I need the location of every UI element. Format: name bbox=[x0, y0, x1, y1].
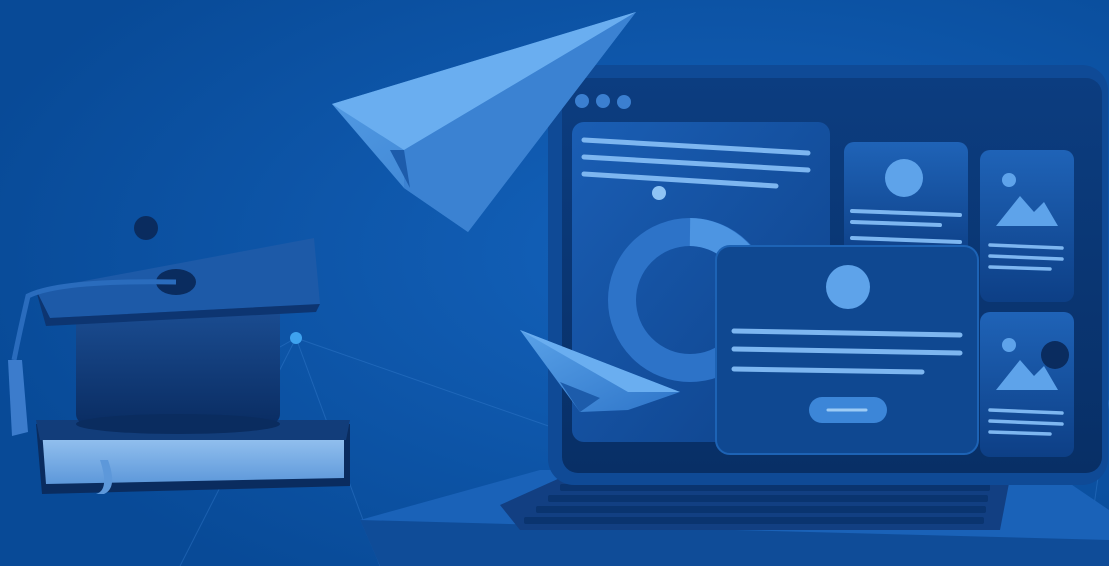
floating-sphere bbox=[1041, 341, 1069, 369]
network-node bbox=[290, 332, 302, 344]
hero-illustration bbox=[0, 0, 1109, 566]
panel-dot bbox=[652, 186, 666, 200]
window-dot bbox=[575, 94, 589, 108]
avatar-icon bbox=[885, 159, 923, 197]
illustration-canvas bbox=[0, 0, 1109, 566]
window-dot bbox=[617, 95, 631, 109]
avatar-icon bbox=[826, 265, 870, 309]
keyboard bbox=[500, 478, 1010, 530]
window-dots bbox=[575, 94, 631, 109]
floating-sphere bbox=[134, 216, 158, 240]
window-dot bbox=[596, 94, 610, 108]
